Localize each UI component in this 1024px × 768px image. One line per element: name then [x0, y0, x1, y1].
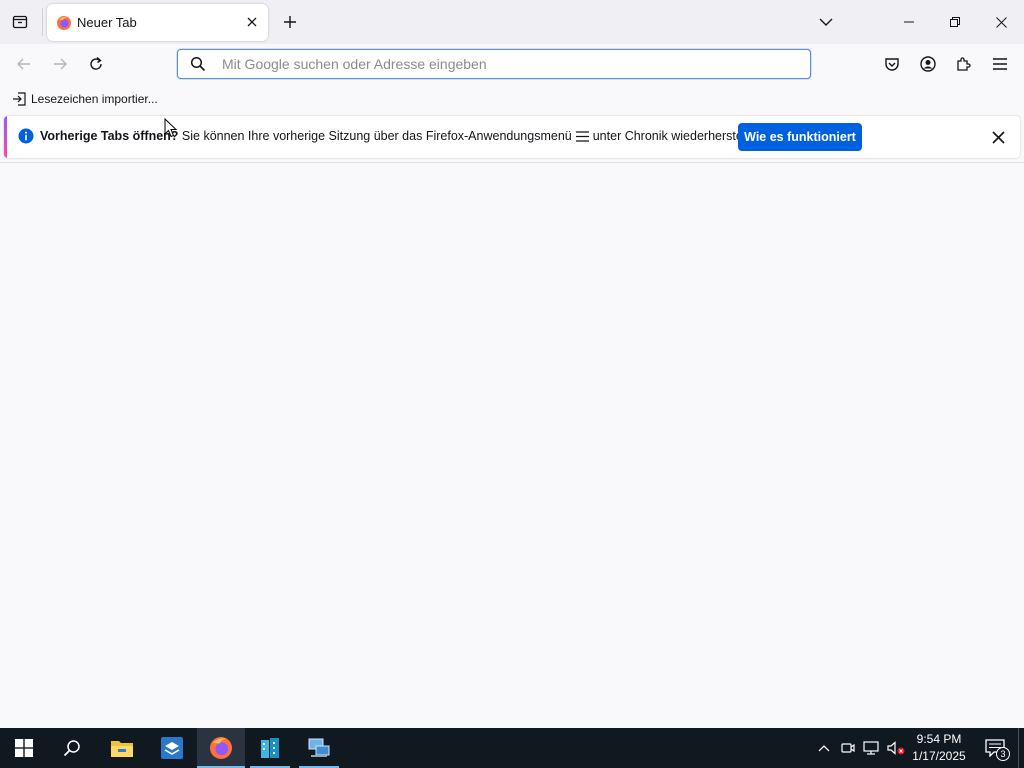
- tab-neuer-tab[interactable]: Neuer Tab: [47, 4, 268, 41]
- forward-button[interactable]: [44, 48, 76, 80]
- import-bookmarks-label: Lesezeichen importier...: [31, 92, 158, 106]
- firefox-taskbar-button[interactable]: [197, 728, 245, 768]
- import-icon: [13, 92, 26, 106]
- volume-button[interactable]: [885, 728, 907, 768]
- notification-accent: [4, 116, 7, 158]
- notification-close-button[interactable]: [986, 125, 1010, 149]
- pocket-icon: [885, 58, 899, 71]
- close-icon: [991, 130, 1005, 144]
- show-hidden-icons-button[interactable]: [814, 728, 834, 768]
- account-button[interactable]: [912, 48, 944, 80]
- tab-close-button[interactable]: [242, 12, 262, 32]
- firefox-icon: [210, 737, 232, 759]
- notification-message: Vorherige Tabs öffnen? Sie können Ihre v…: [40, 129, 766, 143]
- notification-text-1: Sie können Ihre vorherige Sitzung über d…: [178, 129, 572, 143]
- minimize-button[interactable]: [886, 0, 932, 44]
- chevron-down-icon: [819, 18, 833, 26]
- pocket-button[interactable]: [876, 48, 908, 80]
- extensions-button[interactable]: [948, 48, 980, 80]
- network-app-button[interactable]: [295, 728, 343, 768]
- taskbar-app-button[interactable]: [148, 728, 196, 768]
- search-icon: [190, 56, 206, 72]
- reload-button[interactable]: [80, 48, 112, 80]
- clock-time: 9:54 PM: [916, 732, 962, 746]
- network-icon: [863, 741, 879, 755]
- tab-bar: Neuer Tab: [0, 0, 1024, 44]
- how-it-works-button[interactable]: Wie es funktioniert: [738, 123, 862, 151]
- url-bar[interactable]: [177, 49, 811, 79]
- firefox-view-icon: [12, 15, 28, 29]
- back-button[interactable]: [8, 48, 40, 80]
- restore-session-notification: Vorherige Tabs öffnen? Sie können Ihre v…: [4, 116, 1020, 158]
- bookmarks-toolbar: Lesezeichen importier...: [0, 84, 1024, 112]
- system-clock[interactable]: 9:54 PM 1/17/2025: [906, 731, 972, 767]
- clock-date: 1/17/2025: [912, 749, 966, 763]
- show-desktop-button[interactable]: [1018, 728, 1024, 768]
- firefox-icon: [57, 16, 71, 30]
- app-icon: [161, 737, 183, 759]
- action-center-button[interactable]: 3: [980, 728, 1010, 768]
- file-explorer-icon: [111, 741, 133, 757]
- restore-button[interactable]: [932, 0, 978, 44]
- meet-now-button[interactable]: [838, 728, 858, 768]
- meet-now-icon: [841, 743, 855, 753]
- tab-separator: [42, 8, 43, 36]
- buildings-app-button[interactable]: [246, 728, 294, 768]
- tab-title: Neuer Tab: [77, 15, 137, 30]
- new-tab-button[interactable]: [275, 6, 305, 38]
- taskbar-search-button[interactable]: [48, 728, 96, 768]
- arrow-right-icon: [54, 58, 67, 70]
- firefox-view-button[interactable]: [4, 6, 36, 38]
- account-icon: [920, 56, 936, 72]
- volume-muted-icon: [887, 741, 905, 755]
- chevron-up-icon: [818, 745, 830, 752]
- url-input[interactable]: [222, 54, 792, 74]
- navigation-toolbar: [0, 44, 1024, 84]
- start-icon: [15, 739, 33, 757]
- import-bookmarks-button[interactable]: Lesezeichen importier...: [8, 88, 162, 110]
- minimize-icon: [904, 21, 914, 23]
- network-app-icon: [308, 738, 330, 757]
- page-content[interactable]: [0, 163, 1024, 728]
- notification-count-badge: 3: [996, 747, 1010, 761]
- mouse-cursor-icon: [164, 118, 178, 138]
- windows-taskbar: 9:54 PM 1/17/2025 3: [0, 728, 1024, 768]
- list-all-tabs-button[interactable]: [810, 6, 842, 38]
- info-icon: [18, 128, 34, 144]
- close-icon: [247, 17, 257, 27]
- close-icon: [995, 16, 1007, 28]
- search-icon: [63, 740, 80, 757]
- restore-icon: [950, 17, 960, 27]
- network-status-button[interactable]: [861, 728, 881, 768]
- hamburger-menu-icon: [993, 58, 1007, 70]
- buildings-app-icon: [261, 738, 279, 758]
- file-explorer-button[interactable]: [98, 728, 146, 768]
- reload-icon: [90, 56, 102, 70]
- start-button[interactable]: [0, 728, 48, 768]
- arrow-left-icon: [17, 58, 30, 70]
- hamburger-menu-icon: [575, 130, 589, 142]
- notification-title: Vorherige Tabs öffnen?: [40, 129, 179, 143]
- puzzle-icon: [957, 57, 971, 71]
- plus-icon: [284, 16, 296, 28]
- close-window-button[interactable]: [978, 0, 1024, 44]
- app-menu-button[interactable]: [984, 48, 1016, 80]
